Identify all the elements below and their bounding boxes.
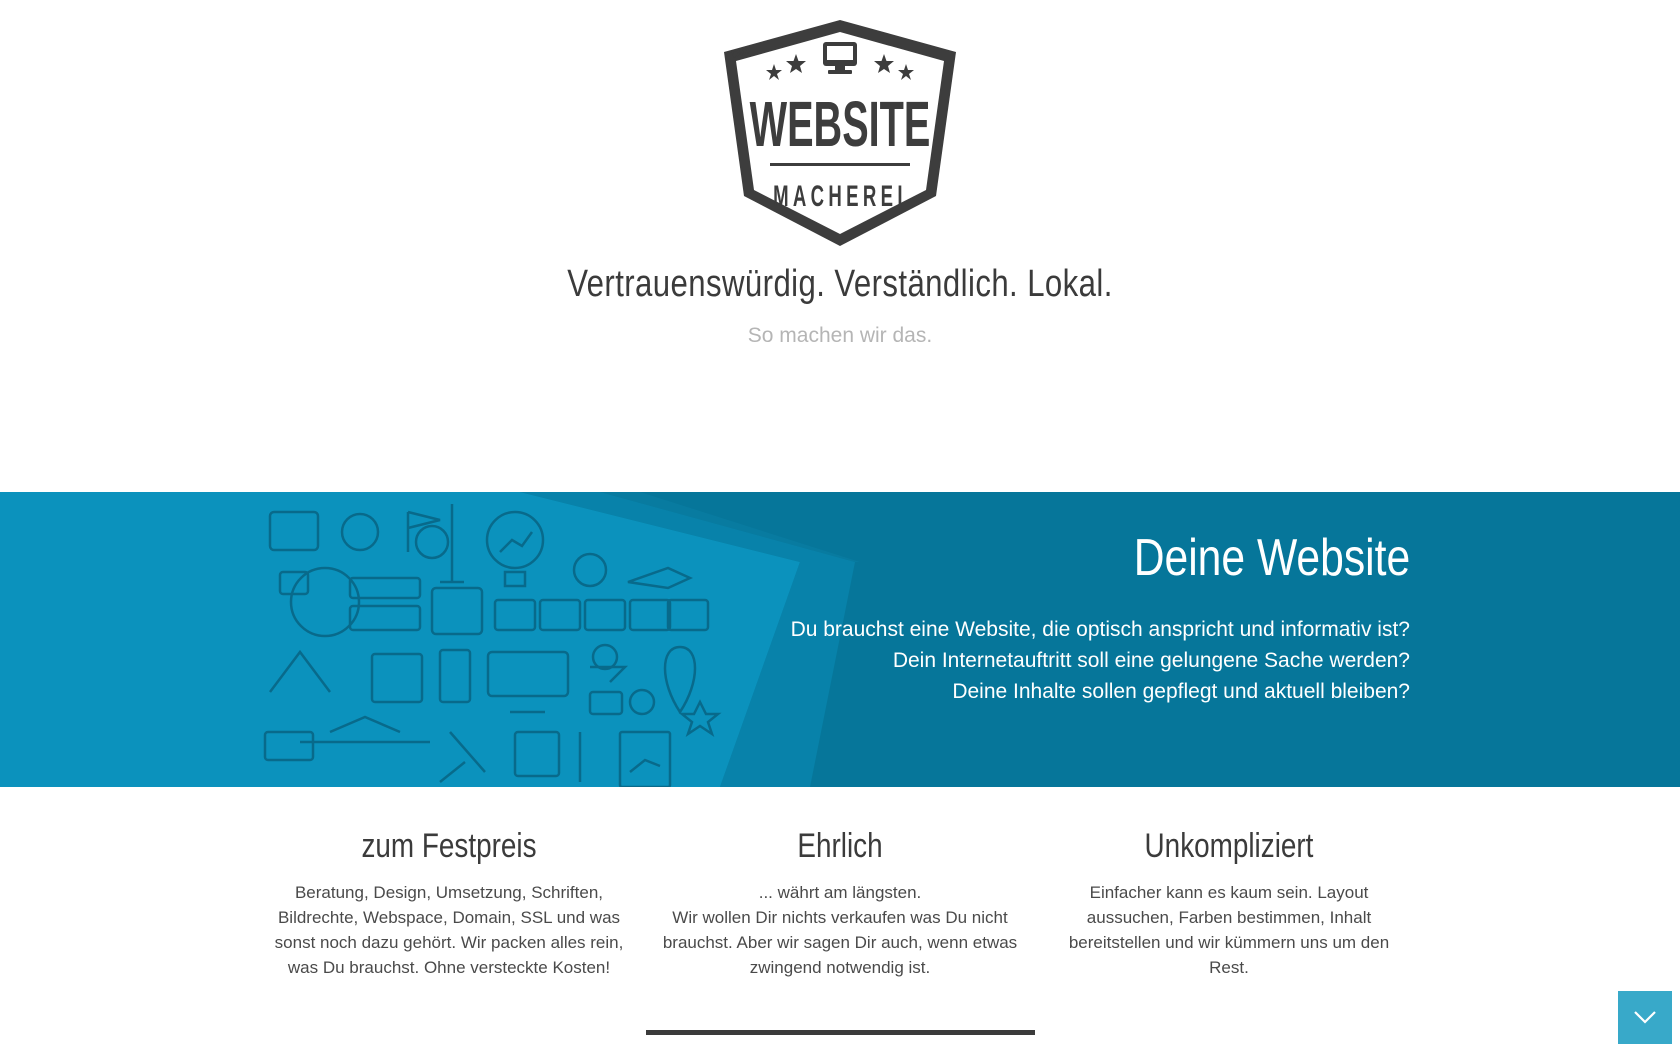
hero-section: Deine Website Du brauchst eine Website, … [0, 492, 1680, 787]
page-subline: So machen wir das. [747, 324, 933, 347]
hero-line: Deine Inhalte sollen gepflegt und aktuel… [952, 680, 1410, 703]
feature-ehrlich: Ehrlich ... währt am längsten. Wir wolle… [660, 827, 1020, 980]
feature-title: zum Festpreis [361, 827, 537, 865]
logo-main-text: WEBSITE [750, 90, 931, 161]
hero-line: Du brauchst eine Website, die optisch an… [790, 618, 1410, 641]
feature-text: Beratung, Design, Umsetzung, Schriften, … [274, 883, 624, 977]
scroll-down-button[interactable] [1618, 991, 1672, 1044]
logo[interactable]: DIE WEBSITE MACHEREI [710, 16, 970, 250]
page: DIE WEBSITE MACHEREI Vertrauenswürdig. V… [0, 0, 1680, 1050]
hero-title: Deine Website [1133, 529, 1410, 587]
feature-text: Einfacher kann es kaum sein. Layout auss… [1068, 883, 1390, 977]
section-divider [646, 1030, 1035, 1035]
hero-line: Dein Internetauftritt soll eine gelungen… [892, 649, 1410, 672]
page-tagline: Vertrauenswürdig. Verständlich. Lokal. [567, 263, 1113, 305]
chevron-down-icon [1634, 1011, 1656, 1024]
feature-title: Ehrlich [797, 827, 883, 865]
header: DIE WEBSITE MACHEREI Vertrauenswürdig. V… [0, 0, 1680, 492]
feature-text-line: Wir wollen Dir nichts verkaufen was Du n… [662, 908, 1018, 977]
feature-festpreis: zum Festpreis Beratung, Design, Umsetzun… [269, 827, 629, 980]
logo-bottom-text: MACHEREI [773, 180, 907, 214]
feature-text-line: ... währt am längsten. [758, 883, 922, 902]
feature-text: ... währt am längsten. Wir wollen Dir ni… [660, 880, 1020, 980]
features-section: zum Festpreis Beratung, Design, Umsetzun… [0, 787, 1680, 1050]
feature-unkompliziert: Unkompliziert Einfacher kann es kaum sei… [1049, 827, 1409, 980]
hero-text: Du brauchst eine Website, die optisch an… [791, 614, 1410, 707]
feature-title: Unkompliziert [1144, 827, 1314, 865]
